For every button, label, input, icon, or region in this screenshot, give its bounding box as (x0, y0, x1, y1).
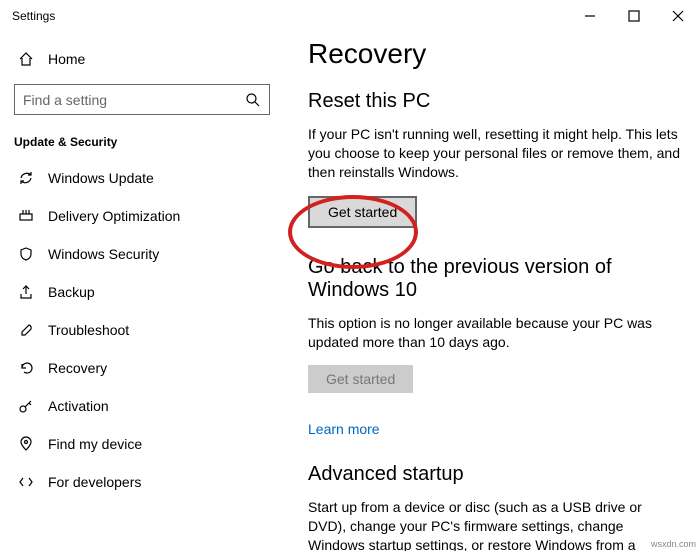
sidebar-item-activation[interactable]: Activation (10, 387, 280, 425)
sidebar-item-label: For developers (48, 474, 141, 490)
advanced-body: Start up from a device or disc (such as … (308, 498, 680, 551)
sidebar-item-label: Windows Security (48, 246, 159, 262)
close-icon (670, 8, 686, 24)
sidebar-item-recovery[interactable]: Recovery (10, 349, 280, 387)
home-icon (18, 51, 34, 67)
advanced-heading: Advanced startup (308, 463, 680, 486)
reset-body: If your PC isn't running well, resetting… (308, 125, 680, 182)
sync-icon (18, 170, 34, 186)
wrench-icon (18, 322, 34, 338)
sidebar-home-label: Home (48, 51, 85, 67)
sidebar-item-backup[interactable]: Backup (10, 273, 280, 311)
sidebar-item-label: Find my device (48, 436, 142, 452)
sidebar-item-label: Windows Update (48, 170, 154, 186)
main-content: Recovery Reset this PC If your PC isn't … (280, 32, 700, 551)
learn-more-link[interactable]: Learn more (308, 421, 380, 437)
key-icon (18, 398, 34, 414)
titlebar: Settings (0, 0, 700, 32)
reset-heading: Reset this PC (308, 90, 680, 113)
sidebar-item-find-my-device[interactable]: Find my device (10, 425, 280, 463)
sidebar-home[interactable]: Home (10, 40, 280, 78)
goback-heading: Go back to the previous version of Windo… (308, 256, 680, 302)
sidebar-item-label: Delivery Optimization (48, 208, 180, 224)
watermark: wsxdn.com (651, 539, 696, 549)
close-button[interactable] (656, 0, 700, 32)
minimize-button[interactable] (568, 0, 612, 32)
window-controls (568, 0, 700, 32)
recovery-icon (18, 360, 34, 376)
sidebar-item-label: Backup (48, 284, 95, 300)
location-icon (18, 436, 34, 452)
sidebar-section-title: Update & Security (10, 129, 280, 159)
sidebar-item-for-developers[interactable]: For developers (10, 463, 280, 501)
backup-icon (18, 284, 34, 300)
sidebar-item-windows-update[interactable]: Windows Update (10, 159, 280, 197)
reset-get-started-button[interactable]: Get started (308, 196, 417, 228)
sidebar-item-troubleshoot[interactable]: Troubleshoot (10, 311, 280, 349)
sidebar-item-windows-security[interactable]: Windows Security (10, 235, 280, 273)
search-placeholder: Find a setting (23, 92, 107, 108)
goback-body: This option is no longer available becau… (308, 314, 680, 352)
delivery-icon (18, 208, 34, 224)
minimize-icon (582, 8, 598, 24)
window-title: Settings (12, 9, 55, 23)
search-input[interactable]: Find a setting (14, 84, 270, 115)
search-icon (245, 92, 261, 108)
code-icon (18, 474, 34, 490)
page-title: Recovery (308, 38, 680, 70)
sidebar-item-label: Activation (48, 398, 109, 414)
goback-get-started-button: Get started (308, 365, 413, 393)
sidebar: Home Find a setting Update & Security Wi… (0, 32, 280, 551)
sidebar-item-label: Recovery (48, 360, 107, 376)
maximize-button[interactable] (612, 0, 656, 32)
sidebar-item-label: Troubleshoot (48, 322, 129, 338)
maximize-icon (626, 8, 642, 24)
shield-icon (18, 246, 34, 262)
sidebar-item-delivery-optimization[interactable]: Delivery Optimization (10, 197, 280, 235)
